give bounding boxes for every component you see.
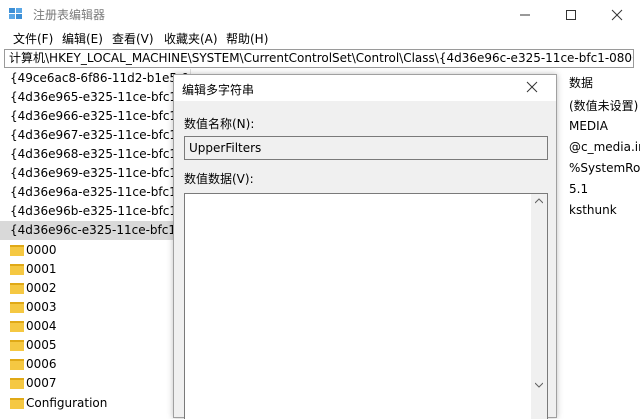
value-name-label: 数值名称(N): bbox=[184, 117, 255, 131]
dialog-title-bar: 编辑多字符串 bbox=[174, 75, 556, 101]
tree-item-folder[interactable]: 0006 bbox=[26, 355, 186, 374]
window-title: 注册表编辑器 bbox=[33, 8, 106, 22]
tree-item-guid-selected[interactable]: {4d36e96c-e325-11ce-bfc1-08002be10318} bbox=[0, 221, 190, 240]
tree-item-guid[interactable]: {4d36e96b-e325-11ce-bfc1-08002be10318} bbox=[0, 202, 190, 221]
dialog-close-icon[interactable] bbox=[526, 81, 538, 93]
folder-icon bbox=[10, 302, 24, 313]
menu-favorites[interactable]: 收藏夹(A) bbox=[164, 30, 218, 47]
value-data-cell[interactable]: @c_media.inf bbox=[569, 140, 640, 154]
tree-item-folder[interactable]: 0002 bbox=[26, 279, 186, 298]
tree-item-folder[interactable]: 0000 bbox=[26, 241, 186, 260]
tree-item-guid[interactable]: {4d36e968-e325-11ce-bfc1-08002be10318} bbox=[0, 145, 190, 164]
tree-item-guid[interactable]: {4d36e965-e325-11ce-bfc1-08002be10318} bbox=[0, 88, 190, 107]
registry-editor-icon bbox=[9, 8, 22, 19]
menu-bar: 文件(F) 编辑(E) 查看(V) 收藏夹(A) 帮助(H) bbox=[0, 28, 640, 48]
menu-edit[interactable]: 编辑(E) bbox=[62, 30, 103, 47]
folder-icon bbox=[10, 378, 24, 389]
tree-item-guid[interactable]: {49ce6ac8-6f86-11d2-b1e5-0080c72e74a2} bbox=[0, 69, 190, 88]
minimize-icon bbox=[520, 14, 530, 16]
folder-icon bbox=[10, 359, 24, 370]
registry-tree[interactable]: {49ce6ac8-6f86-11d2-b1e5-0080c72e74a2} {… bbox=[0, 69, 190, 418]
tree-item-guid[interactable]: {4d36e966-e325-11ce-bfc1-08002be10318} bbox=[0, 107, 190, 126]
value-data-textarea[interactable] bbox=[184, 193, 548, 419]
tree-item-guid[interactable]: {4d36e96a-e325-11ce-bfc1-08002be10318} bbox=[0, 183, 190, 202]
folder-icon bbox=[10, 398, 24, 409]
tree-item-guid[interactable]: {4d36e969-e325-11ce-bfc1-08002be10318} bbox=[0, 164, 190, 183]
address-bar[interactable]: 计算机\HKEY_LOCAL_MACHINE\SYSTEM\CurrentCon… bbox=[4, 49, 634, 68]
folder-icon bbox=[10, 245, 24, 256]
menu-file[interactable]: 文件(F) bbox=[13, 30, 53, 47]
maximize-icon bbox=[566, 10, 576, 20]
value-data-cell[interactable]: %SystemRoot% bbox=[569, 161, 640, 175]
textarea-scrollbar[interactable] bbox=[531, 194, 547, 419]
value-name-field[interactable]: UpperFilters bbox=[184, 136, 548, 160]
maximize-button[interactable] bbox=[548, 0, 594, 28]
menu-view[interactable]: 查看(V) bbox=[112, 30, 154, 47]
scroll-up-icon[interactable] bbox=[535, 198, 543, 204]
value-data-cell[interactable]: 5.1 bbox=[569, 182, 588, 196]
menu-help[interactable]: 帮助(H) bbox=[226, 30, 268, 47]
minimize-button[interactable] bbox=[502, 0, 548, 28]
tree-item-folder[interactable]: 0007 bbox=[26, 374, 186, 393]
folder-icon bbox=[10, 321, 24, 332]
value-data-label: 数值数据(V): bbox=[184, 172, 254, 186]
folder-icon bbox=[10, 264, 24, 275]
tree-item-folder[interactable]: 0005 bbox=[26, 336, 186, 355]
tree-item-folder[interactable]: Configuration bbox=[26, 394, 186, 413]
column-header-data[interactable]: 数据 bbox=[569, 74, 593, 91]
close-button[interactable] bbox=[594, 0, 640, 28]
close-icon bbox=[611, 9, 623, 21]
folder-icon bbox=[10, 283, 24, 294]
values-pane: 数据 (数值未设置) MEDIA @c_media.inf %SystemRoo… bbox=[560, 69, 640, 418]
tree-item-folder[interactable]: 0003 bbox=[26, 298, 186, 317]
tree-item-folder[interactable]: 0004 bbox=[26, 317, 186, 336]
folder-icon bbox=[10, 340, 24, 351]
tree-item-guid[interactable]: {4d36e967-e325-11ce-bfc1-08002be10318} bbox=[0, 126, 190, 145]
tree-item-folder[interactable]: 0001 bbox=[26, 260, 186, 279]
title-bar: 注册表编辑器 bbox=[0, 0, 640, 28]
value-data-cell[interactable]: ksthunk bbox=[569, 203, 617, 217]
scroll-down-icon[interactable] bbox=[535, 382, 543, 388]
edit-multi-string-dialog: 编辑多字符串 数值名称(N): UpperFilters 数值数据(V): bbox=[173, 74, 557, 419]
value-data-cell[interactable]: (数值未设置) bbox=[569, 97, 638, 114]
value-data-cell[interactable]: MEDIA bbox=[569, 119, 608, 133]
dialog-title: 编辑多字符串 bbox=[182, 83, 255, 97]
